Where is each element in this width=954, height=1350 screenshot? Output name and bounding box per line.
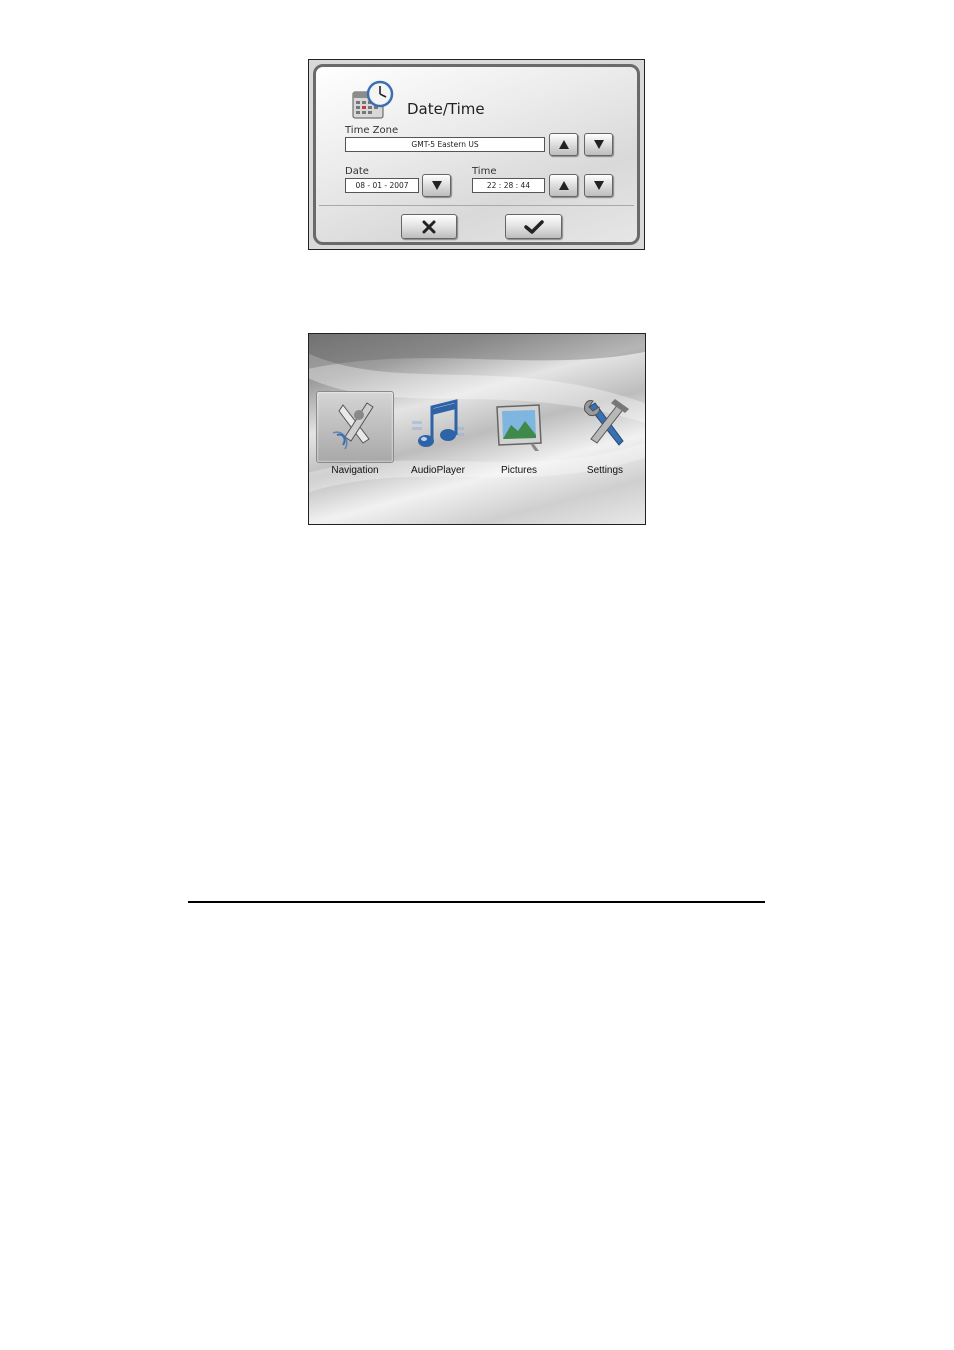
menu-item-pictures[interactable]: Pictures: [480, 391, 558, 483]
time-label: Time: [472, 166, 497, 177]
cancel-button[interactable]: [401, 214, 457, 239]
picture-frame-icon: [496, 404, 542, 451]
time-zone-down-button[interactable]: [584, 133, 613, 156]
dialog-title: Date/Time: [407, 100, 485, 118]
menu-item-label: Settings: [586, 465, 624, 476]
arrow-down-icon: [593, 181, 604, 190]
time-field[interactable]: 22 : 28 : 44: [472, 178, 545, 193]
date-down-button[interactable]: [422, 174, 451, 197]
time-up-button[interactable]: [549, 174, 578, 197]
date-time-screen: Date/Time Time Zone GMT-5 Eastern US Dat…: [308, 59, 645, 250]
clock-calendar-icon: [352, 80, 394, 119]
menu-item-settings[interactable]: Settings: [566, 391, 644, 483]
main-menu-screen: Navigation AudioPlayer Pictures Settings: [308, 333, 646, 525]
ok-button[interactable]: [505, 214, 562, 239]
page-divider: [188, 901, 765, 903]
arrow-down-icon: [431, 181, 442, 190]
time-down-button[interactable]: [584, 174, 613, 197]
arrow-up-icon: [558, 140, 569, 149]
menu-item-navigation[interactable]: Navigation: [316, 391, 394, 483]
arrow-up-icon: [558, 181, 569, 190]
date-field[interactable]: 08 - 01 - 2007: [345, 178, 419, 193]
music-notes-icon: [412, 399, 464, 447]
time-zone-field[interactable]: GMT-5 Eastern US: [345, 137, 545, 152]
tools-icon: [584, 399, 629, 446]
checkmark-icon: [523, 219, 544, 234]
arrow-down-icon: [593, 140, 604, 149]
menu-item-label: Pictures: [500, 465, 538, 476]
x-icon: [422, 220, 436, 233]
dialog-divider: [319, 205, 634, 206]
date-label: Date: [345, 166, 369, 177]
time-zone-up-button[interactable]: [549, 133, 578, 156]
date-time-dialog: Date/Time Time Zone GMT-5 Eastern US Dat…: [313, 64, 640, 245]
navigation-icon: [332, 402, 374, 450]
time-zone-label: Time Zone: [345, 125, 399, 136]
menu-item-audioplayer[interactable]: AudioPlayer: [399, 391, 477, 483]
